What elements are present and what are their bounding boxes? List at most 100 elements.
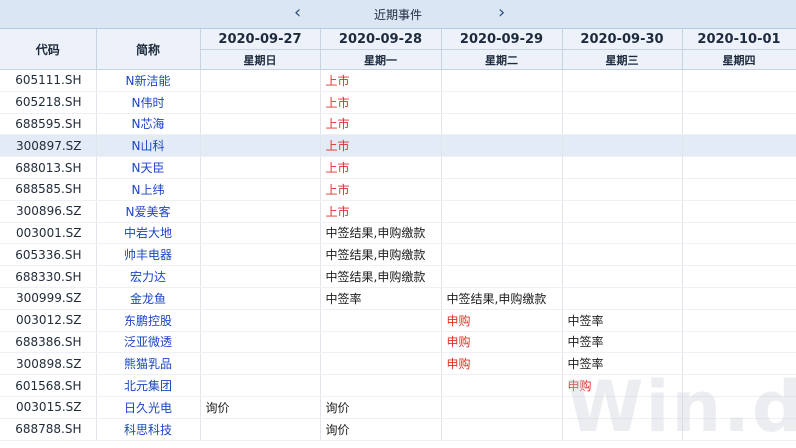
event-cell (441, 222, 563, 245)
event-cell (200, 287, 321, 310)
stock-name-link[interactable]: N山科 (96, 134, 201, 158)
event-cell: 上市 (320, 134, 442, 158)
col-header-date[interactable]: 2020-09-29 (441, 29, 563, 50)
table-row[interactable]: 003015.SZ 日久光电 询价 询价 (0, 396, 796, 419)
event-cell: 中签结果,申购缴款 (320, 265, 442, 288)
next-arrow-icon[interactable]: › (498, 2, 505, 24)
event-cell (441, 396, 563, 419)
event-cell (200, 309, 321, 332)
event-cell (562, 134, 683, 158)
stock-name-link[interactable]: N爱美客 (96, 200, 201, 223)
stock-name-link[interactable]: N上纬 (96, 178, 201, 201)
table-row[interactable]: 688013.SH N天臣 上市 (0, 156, 796, 179)
stock-name-link[interactable]: 东鹏控股 (96, 309, 201, 332)
stock-code: 688788.SH (0, 418, 97, 441)
event-cell (682, 113, 796, 136)
table-row[interactable]: 688330.SH 宏力达 中签结果,申购缴款 (0, 265, 796, 288)
stock-code: 601568.SH (0, 374, 97, 397)
stock-name-link[interactable]: 北元集团 (96, 374, 201, 397)
event-cell: 询价 (320, 418, 442, 441)
col-header-code[interactable]: 代码 (0, 29, 97, 70)
stock-name-link[interactable]: N芯海 (96, 113, 201, 136)
event-cell (562, 69, 683, 92)
table-row[interactable]: 601568.SH 北元集团 申购 (0, 374, 796, 397)
stock-name-link[interactable]: 泛亚微透 (96, 331, 201, 354)
stock-code: 003012.SZ (0, 309, 97, 332)
event-cell: 中签率 (562, 309, 683, 332)
event-cell: 申购 (441, 331, 563, 354)
event-cell: 上市 (320, 91, 442, 114)
event-cell: 中签结果,申购缴款 (441, 287, 563, 310)
event-cell: 申购 (562, 374, 683, 397)
table-row[interactable]: 300896.SZ N爱美客 上市 (0, 200, 796, 223)
stock-code: 688386.SH (0, 331, 97, 354)
col-header-weekday: 星期一 (320, 49, 442, 70)
event-cell: 中签率 (320, 287, 442, 310)
table-row[interactable]: 605218.SH N伟时 上市 (0, 91, 796, 114)
event-cell (682, 134, 796, 158)
table-row[interactable]: 300999.SZ 金龙鱼 中签率 中签结果,申购缴款 (0, 287, 796, 310)
table-row[interactable]: 688788.SH 科思科技 询价 (0, 418, 796, 441)
table-row[interactable]: 688585.SH N上纬 上市 (0, 178, 796, 201)
event-cell (682, 265, 796, 288)
col-header-date[interactable]: 2020-09-30 (562, 29, 683, 50)
col-header-date[interactable]: 2020-10-01 (682, 29, 796, 50)
event-cell (441, 178, 563, 201)
event-cell (441, 156, 563, 179)
event-cell (200, 113, 321, 136)
col-header-date[interactable]: 2020-09-28 (320, 29, 442, 50)
col-header-weekday: 星期二 (441, 49, 563, 70)
table-row[interactable]: 688386.SH 泛亚微透 申购 中签率 (0, 331, 796, 354)
stock-name-link[interactable]: 科思科技 (96, 418, 201, 441)
col-header-weekday: 星期日 (200, 49, 321, 70)
event-cell (200, 243, 321, 267)
stock-name-link[interactable]: 中岩大地 (96, 222, 201, 245)
event-cell (200, 91, 321, 114)
table-row[interactable]: 003001.SZ 中岩大地 中签结果,申购缴款 (0, 222, 796, 245)
event-cell (200, 222, 321, 245)
stock-name-link[interactable]: 金龙鱼 (96, 287, 201, 310)
event-cell (562, 287, 683, 310)
stock-name-link[interactable]: 日久光电 (96, 396, 201, 419)
stock-name-link[interactable]: 宏力达 (96, 265, 201, 288)
top-bar: ‹ 近期事件 › (0, 0, 796, 29)
event-cell (562, 178, 683, 201)
event-cell: 中签率 (562, 331, 683, 354)
table-row[interactable]: 003012.SZ 东鹏控股 申购 中签率 (0, 309, 796, 332)
event-cell: 询价 (320, 396, 442, 419)
stock-name-link[interactable]: 熊猫乳品 (96, 352, 201, 376)
stock-name-link[interactable]: N新洁能 (96, 69, 201, 92)
event-cell (200, 265, 321, 288)
event-cell (562, 113, 683, 136)
stock-code: 605218.SH (0, 91, 97, 114)
table-row[interactable]: 300898.SZ 熊猫乳品 申购 中签率 (0, 352, 796, 376)
event-cell: 询价 (200, 396, 321, 419)
col-header-weekday: 星期三 (562, 49, 683, 70)
event-cell (562, 200, 683, 223)
event-cell (441, 418, 563, 441)
stock-code: 300999.SZ (0, 287, 97, 310)
table-row[interactable]: 605111.SH N新洁能 上市 (0, 69, 796, 92)
stock-name-link[interactable]: N天臣 (96, 156, 201, 179)
event-cell (441, 265, 563, 288)
event-cell (441, 91, 563, 114)
event-cell (682, 287, 796, 310)
table-row[interactable]: 605336.SH 帅丰电器 中签结果,申购缴款 (0, 243, 796, 267)
event-cell (200, 200, 321, 223)
event-cell (200, 331, 321, 354)
table-row[interactable]: 688595.SH N芯海 上市 (0, 113, 796, 136)
table-row[interactable]: 300897.SZ N山科 上市 (0, 134, 796, 158)
stock-code: 003015.SZ (0, 396, 97, 419)
stock-name-link[interactable]: N伟时 (96, 91, 201, 114)
col-header-date[interactable]: 2020-09-27 (200, 29, 321, 50)
stock-code: 605336.SH (0, 243, 97, 267)
event-cell (682, 352, 796, 376)
stock-name-link[interactable]: 帅丰电器 (96, 243, 201, 267)
event-cell (562, 91, 683, 114)
event-cell: 申购 (441, 352, 563, 376)
col-header-name[interactable]: 简称 (96, 29, 201, 70)
event-cell (682, 178, 796, 201)
event-cell: 上市 (320, 113, 442, 136)
stock-code: 300897.SZ (0, 134, 97, 158)
col-header-weekday: 星期四 (682, 49, 796, 70)
